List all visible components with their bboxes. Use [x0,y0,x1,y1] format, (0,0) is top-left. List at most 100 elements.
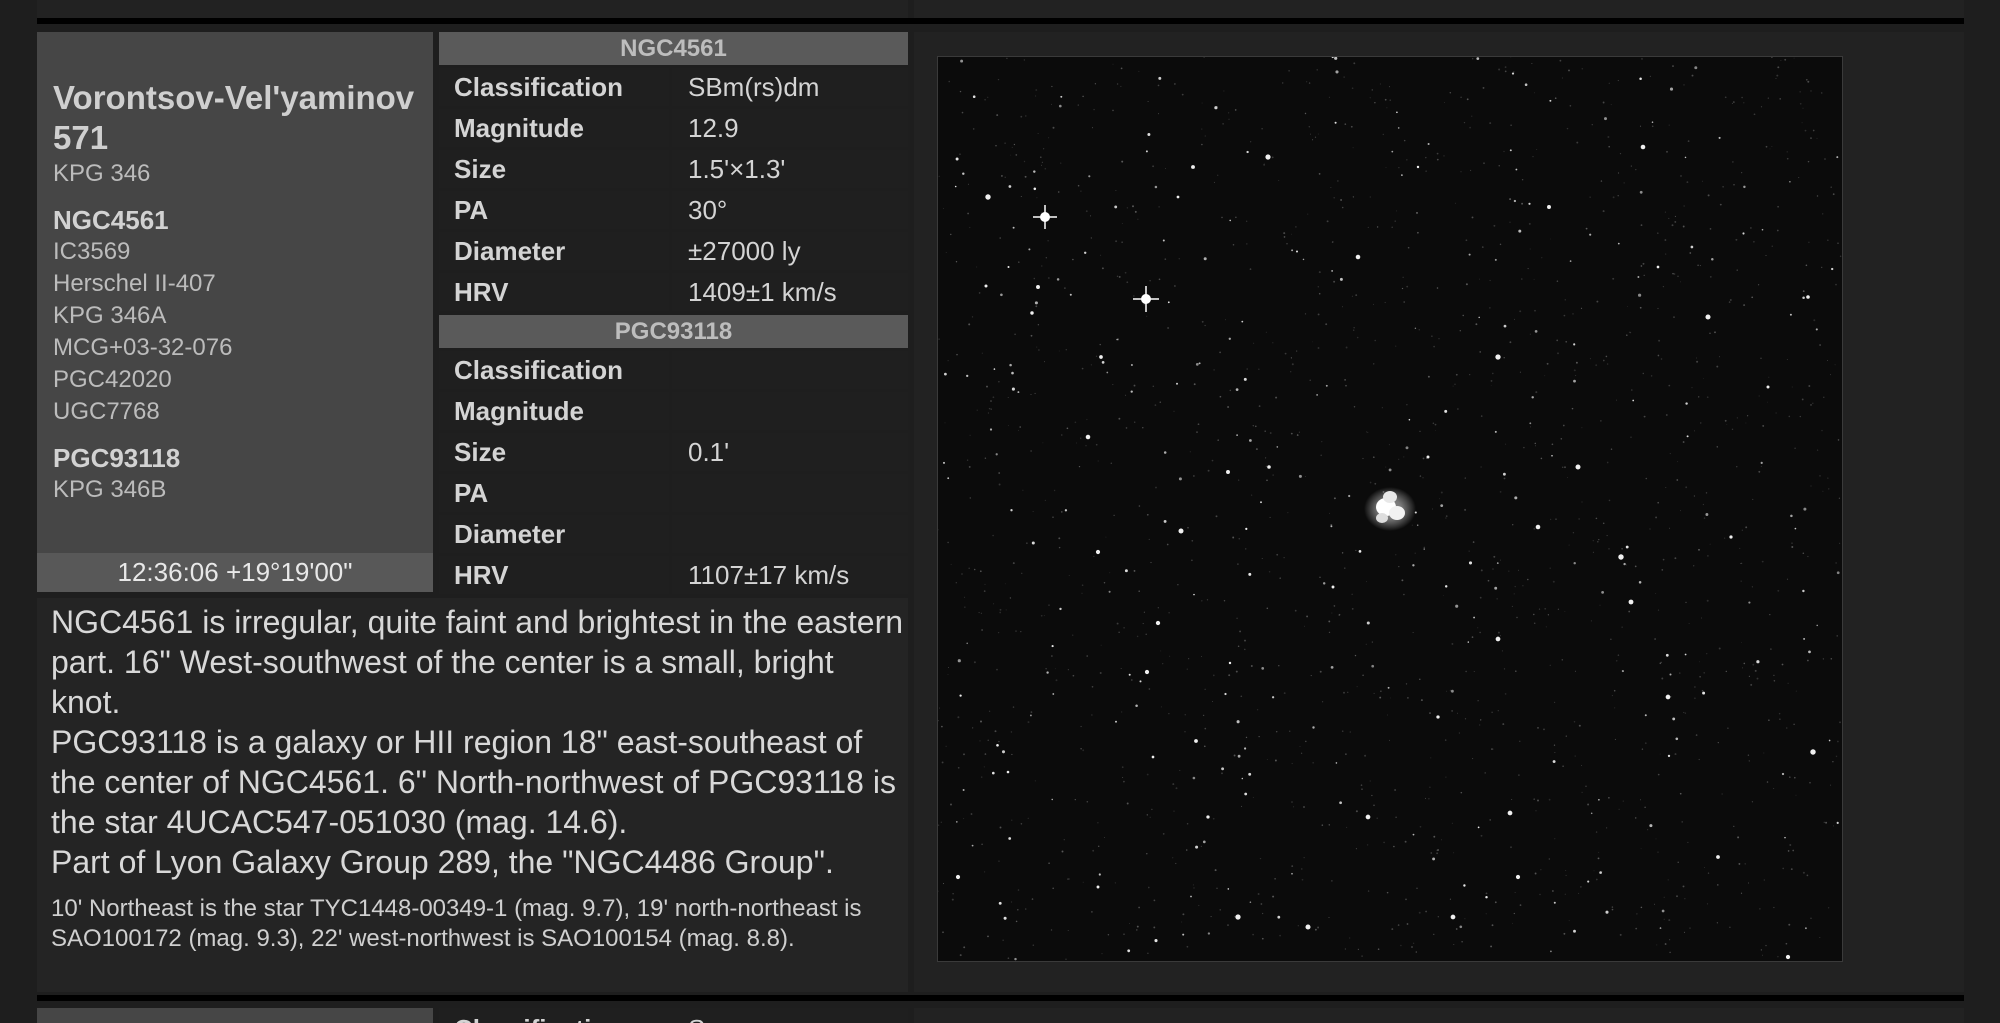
star [1412,833,1415,836]
noise-speck [1344,948,1347,950]
divider [37,995,1964,1001]
noise-speck [1353,329,1355,331]
noise-speck [1266,479,1268,482]
noise-speck [1217,439,1219,441]
noise-speck [1326,220,1329,223]
star [1502,472,1506,476]
noise-speck [1587,803,1590,806]
noise-speck [1120,85,1122,87]
star [1236,720,1240,724]
noise-speck [969,497,971,499]
noise-speck [1428,798,1430,800]
noise-speck [1173,410,1175,412]
noise-speck [1544,375,1546,377]
noise-speck [973,568,976,571]
noise-speck [1640,848,1642,850]
noise-speck [1664,943,1667,945]
noise-speck [1355,848,1357,850]
noise-speck [1346,826,1348,828]
noise-speck [1023,59,1025,61]
noise-speck [1338,614,1341,617]
noise-speck [1757,284,1760,286]
noise-speck [1451,822,1453,824]
noise-speck [1563,314,1566,317]
noise-speck [1683,205,1685,207]
star [1427,142,1430,146]
noise-speck [1479,724,1481,726]
noise-speck [1554,97,1557,100]
galaxy-photo[interactable] [937,56,1843,962]
noise-speck [1773,674,1775,677]
star [1322,582,1326,585]
noise-speck [1219,351,1221,354]
star [1193,593,1195,596]
noise-speck [1552,580,1555,583]
star [1291,872,1293,875]
noise-speck [1703,672,1705,674]
noise-speck [1731,102,1733,105]
noise-speck [1643,274,1645,276]
star [1503,324,1507,328]
noise-speck [1630,165,1632,167]
noise-speck [1082,749,1085,752]
noise-speck [1112,63,1114,65]
noise-speck [950,803,952,806]
noise-speck [1369,481,1372,484]
noise-speck [1611,908,1614,911]
noise-speck [1792,849,1795,852]
noise-speck [1136,925,1139,928]
noise-speck [1143,611,1145,613]
noise-speck [1753,113,1756,116]
noise-speck [1250,665,1253,667]
noise-speck [1012,562,1015,565]
noise-speck [1781,663,1784,666]
noise-speck [1405,898,1407,901]
noise-speck [1545,626,1547,628]
star [1051,798,1053,801]
noise-speck [1501,650,1503,652]
noise-speck [984,98,986,101]
noise-speck [986,385,988,388]
noise-speck [1142,427,1144,429]
noise-speck [1549,518,1552,521]
noise-speck [1457,712,1458,714]
noise-speck [1215,515,1218,518]
star [1789,180,1791,183]
noise-speck [992,534,994,537]
star [960,59,964,63]
noise-speck [1699,265,1701,267]
star [1601,591,1604,594]
noise-speck [999,826,1002,829]
noise-speck [1823,821,1825,823]
noise-speck [1052,126,1055,129]
noise-speck [1556,280,1559,282]
noise-speck [1394,220,1396,222]
noise-speck [1747,882,1750,884]
table-row: Magnitude 12.9 [439,109,908,147]
star [955,821,958,823]
noise-speck [1101,267,1104,270]
noise-speck [1265,457,1267,459]
noise-speck [1605,355,1608,358]
noise-speck [1805,264,1808,267]
noise-speck [1689,252,1692,254]
star [1451,689,1454,693]
noise-speck [1461,941,1463,943]
row-value: Sc [688,1014,718,1023]
noise-speck [1449,898,1451,900]
noise-speck [1000,174,1003,177]
star [966,374,969,378]
noise-speck [1784,58,1787,61]
noise-speck [1615,659,1618,662]
noise-speck [956,353,958,356]
noise-speck [1010,154,1012,156]
noise-speck [1148,688,1151,690]
star [1494,258,1497,261]
noise-speck [1099,672,1102,674]
noise-speck [1411,524,1413,526]
noise-speck [998,740,1000,743]
noise-speck [1489,819,1491,821]
star [1789,313,1792,316]
noise-speck [1223,600,1226,602]
noise-speck [1595,364,1598,367]
